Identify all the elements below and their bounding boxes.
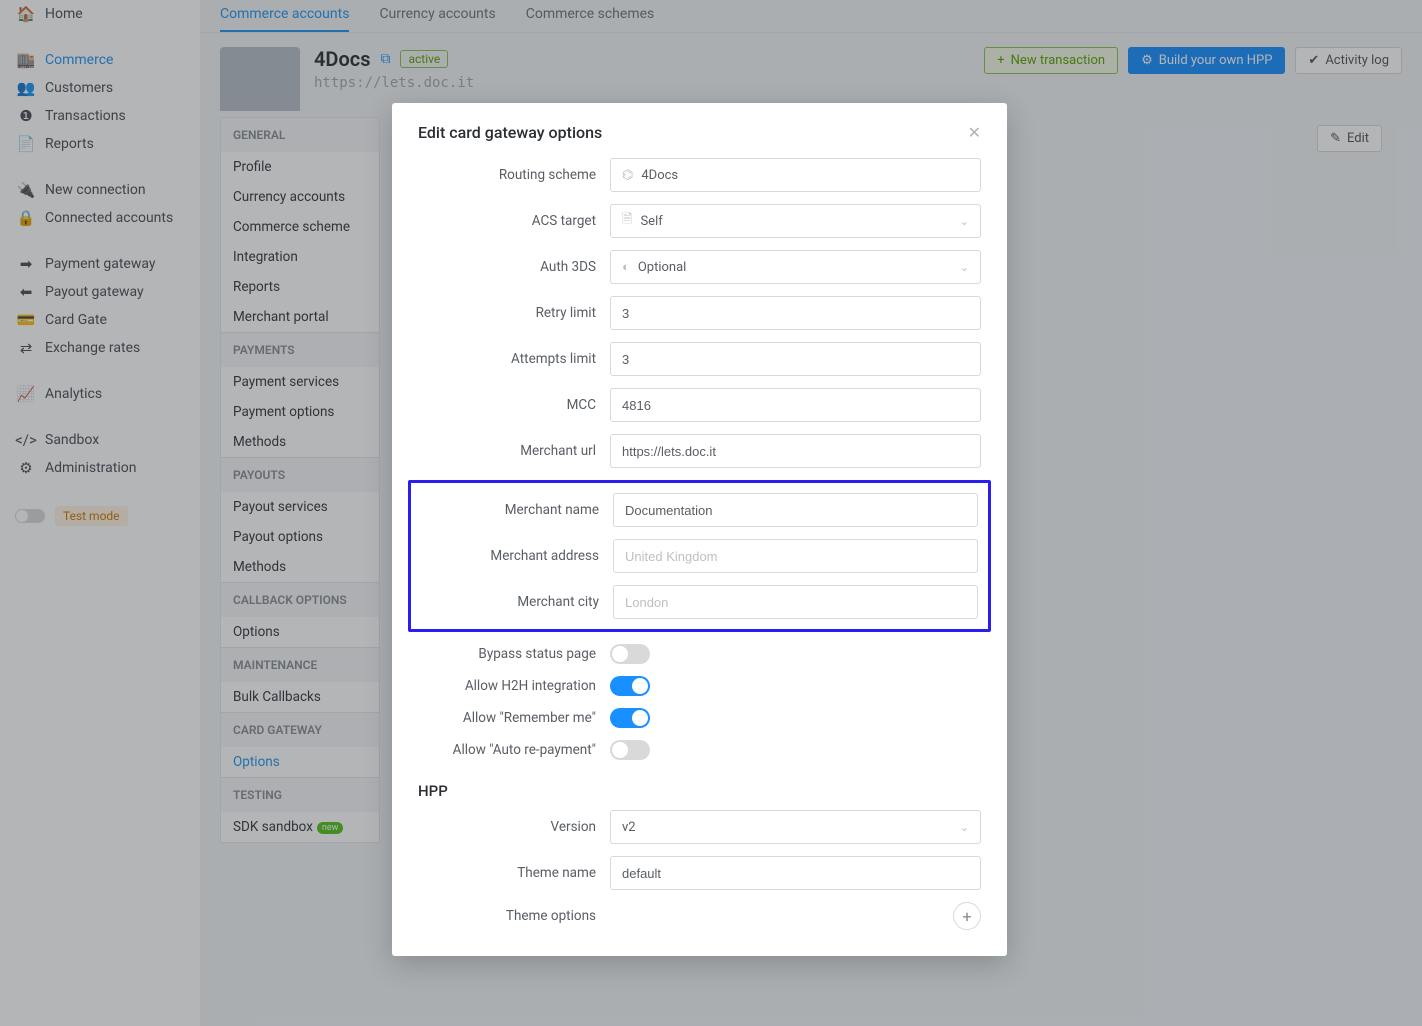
merchant-city-input[interactable] xyxy=(613,585,978,619)
close-icon[interactable]: ✕ xyxy=(968,123,981,142)
allow-h2h-label: Allow H2H integration xyxy=(418,678,610,694)
mcc-label: MCC xyxy=(418,397,610,413)
chevron-down-icon: ⌄ xyxy=(960,821,969,834)
acs-target-value: Self xyxy=(640,214,662,229)
chevron-down-icon: ⌄ xyxy=(960,215,969,228)
merchant-url-label: Merchant url xyxy=(418,443,610,459)
merchant-url-input[interactable] xyxy=(610,434,981,468)
allow-remember-label: Allow "Remember me" xyxy=(418,710,610,726)
mcc-input[interactable] xyxy=(610,388,981,422)
modal-title: Edit card gateway options xyxy=(418,123,602,142)
retry-limit-field[interactable] xyxy=(622,306,969,321)
theme-name-input[interactable] xyxy=(610,856,981,890)
retry-limit-label: Retry limit xyxy=(418,305,610,321)
attempts-limit-label: Attempts limit xyxy=(418,351,610,367)
theme-name-label: Theme name xyxy=(418,865,610,881)
routing-scheme-value: 4Docs xyxy=(641,168,678,183)
bypass-status-toggle[interactable] xyxy=(610,644,650,664)
hpp-section-title: HPP xyxy=(392,766,1007,804)
allow-autorepay-label: Allow "Auto re-payment" xyxy=(418,742,610,758)
routing-scheme-label: Routing scheme xyxy=(418,167,610,183)
doc-icon: 🗎 xyxy=(622,210,632,232)
acs-target-select[interactable]: 🗎 Self ⌄ xyxy=(610,204,981,238)
merchant-address-label: Merchant address xyxy=(421,548,613,564)
attempts-limit-input[interactable] xyxy=(610,342,981,376)
merchant-address-field[interactable] xyxy=(625,549,966,564)
version-select[interactable]: v2 ⌄ xyxy=(610,810,981,844)
add-theme-option-button[interactable]: + xyxy=(953,902,981,930)
auth3ds-label: Auth 3DS xyxy=(418,259,610,275)
bypass-status-label: Bypass status page xyxy=(418,646,610,662)
auth3ds-value: Optional xyxy=(638,260,686,275)
auth3ds-select[interactable]: ◐ Optional ⌄ xyxy=(610,250,981,284)
merchant-url-field[interactable] xyxy=(622,444,969,459)
version-value: v2 xyxy=(622,820,636,835)
allow-h2h-toggle[interactable] xyxy=(610,676,650,696)
highlighted-merchant-fields: Merchant name Merchant address Merchant … xyxy=(408,480,991,632)
chevron-down-icon: ⌄ xyxy=(960,261,969,274)
edit-card-gateway-modal: Edit card gateway options ✕ Routing sche… xyxy=(392,103,1007,956)
allow-remember-toggle[interactable] xyxy=(610,708,650,728)
mcc-field[interactable] xyxy=(622,398,969,413)
toggle-off-icon: ◐ xyxy=(622,259,630,275)
retry-limit-input[interactable] xyxy=(610,296,981,330)
merchant-city-field[interactable] xyxy=(625,595,966,610)
attempts-limit-field[interactable] xyxy=(622,352,969,367)
merchant-name-field[interactable] xyxy=(625,503,966,518)
acs-target-label: ACS target xyxy=(418,213,610,229)
allow-autorepay-toggle[interactable] xyxy=(610,740,650,760)
routing-scheme-select[interactable]: ⌬ 4Docs xyxy=(610,158,981,192)
merchant-address-input[interactable] xyxy=(613,539,978,573)
merchant-city-label: Merchant city xyxy=(421,594,613,610)
theme-options-label: Theme options xyxy=(418,908,610,924)
sitemap-icon: ⌬ xyxy=(622,168,633,183)
merchant-name-input[interactable] xyxy=(613,493,978,527)
theme-name-field[interactable] xyxy=(622,866,969,881)
version-label: Version xyxy=(418,819,610,835)
merchant-name-label: Merchant name xyxy=(421,502,613,518)
